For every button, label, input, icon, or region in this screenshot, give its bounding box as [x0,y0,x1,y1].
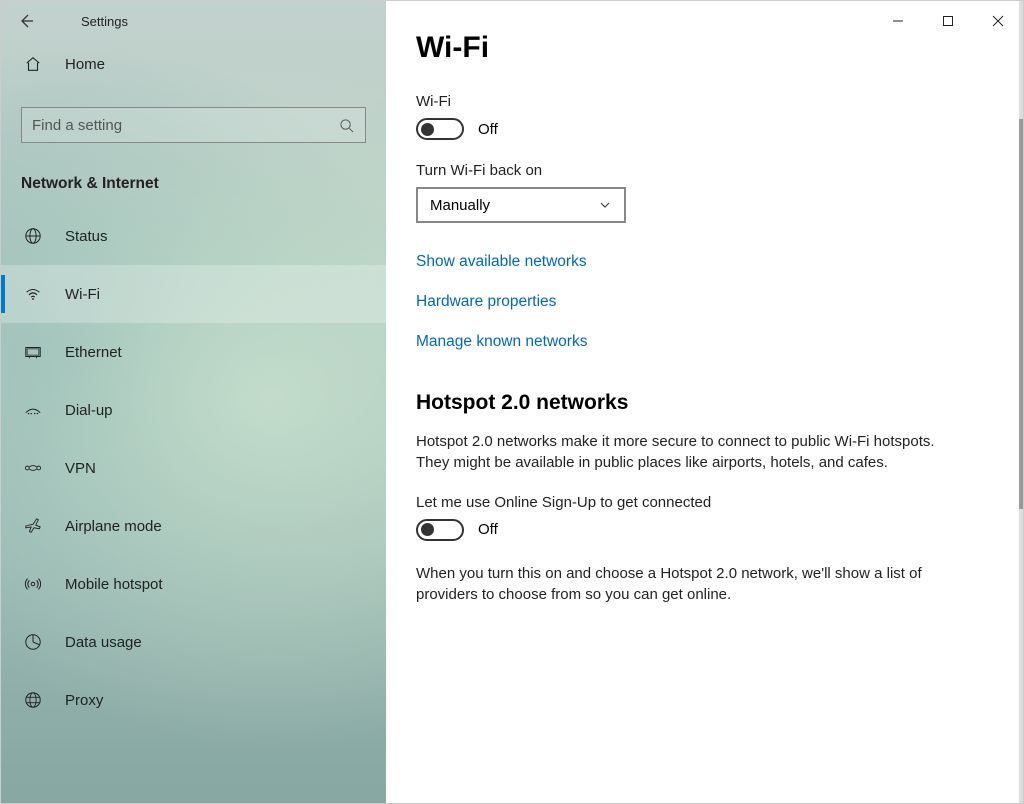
wifi-icon [23,285,43,303]
home-nav[interactable]: Home [1,41,386,87]
vpn-icon [23,460,43,476]
sidebar-item-label: Dial-up [65,402,113,419]
sidebar-item-vpn[interactable]: VPN [1,439,386,497]
turn-back-on-label: Turn Wi-Fi back on [416,162,993,179]
sidebar-item-dialup[interactable]: Dial-up [1,381,386,439]
minimize-icon [892,15,904,27]
hotspot-heading: Hotspot 2.0 networks [416,391,993,415]
search-box[interactable] [21,107,366,143]
titlebar: Settings [1,1,1023,41]
wifi-toggle-label: Wi-Fi [416,93,993,110]
sidebar-item-hotspot[interactable]: Mobile hotspot [1,555,386,613]
close-icon [992,15,1004,27]
sidebar-nav-list: Status Wi-Fi Ethernet [1,207,386,729]
sidebar-item-label: Airplane mode [65,518,162,535]
sidebar-item-label: Wi-Fi [65,286,100,303]
settings-window: Settings Home [0,0,1024,804]
minimize-button[interactable] [873,1,923,41]
wifi-toggle[interactable] [416,118,464,140]
signup-toggle-label: Let me use Online Sign-Up to get connect… [416,494,993,511]
sidebar-item-ethernet[interactable]: Ethernet [1,323,386,381]
pie-chart-icon [23,633,43,651]
signup-toggle[interactable] [416,519,464,541]
sidebar-item-label: Mobile hotspot [65,576,163,593]
wifi-toggle-state: Off [478,121,498,138]
sidebar-item-label: VPN [65,460,96,477]
link-manage-known[interactable]: Manage known networks [416,333,993,351]
home-label: Home [65,56,105,73]
dialup-icon [23,401,43,419]
link-show-networks[interactable]: Show available networks [416,253,993,271]
signup-toggle-state: Off [478,521,498,538]
arrow-left-icon [18,13,34,29]
window-body: Home Network & Internet Status [1,1,1023,803]
sidebar-category-title: Network & Internet [1,143,386,207]
sidebar-item-airplane[interactable]: Airplane mode [1,497,386,555]
sidebar-item-status[interactable]: Status [1,207,386,265]
back-button[interactable] [1,1,51,41]
window-title: Settings [81,14,128,29]
search-icon [337,118,355,133]
sidebar-item-wifi[interactable]: Wi-Fi [1,265,386,323]
sidebar-item-label: Status [65,228,108,245]
turn-back-on-select[interactable]: Manually [416,187,626,223]
signup-note: When you turn this on and choose a Hotsp… [416,563,956,606]
ethernet-icon [23,343,43,361]
maximize-icon [942,15,954,27]
toggle-knob [421,523,434,536]
close-button[interactable] [973,1,1023,41]
airplane-icon [23,517,43,535]
hotspot-icon [23,575,43,593]
toggle-knob [421,123,434,136]
home-icon [23,55,43,73]
chevron-down-icon [598,198,612,212]
sidebar-item-label: Ethernet [65,344,122,361]
maximize-button[interactable] [923,1,973,41]
globe-icon [23,227,43,245]
sidebar-item-proxy[interactable]: Proxy [1,671,386,729]
hotspot-description: Hotspot 2.0 networks make it more secure… [416,431,956,474]
link-hardware-properties[interactable]: Hardware properties [416,293,993,311]
sidebar-item-datausage[interactable]: Data usage [1,613,386,671]
proxy-icon [23,691,43,709]
select-value: Manually [430,197,490,214]
sidebar-item-label: Proxy [65,692,103,709]
search-input[interactable] [32,117,337,134]
scrollbar-thumb[interactable] [1019,119,1023,509]
sidebar: Home Network & Internet Status [1,1,386,803]
scrollbar[interactable] [1019,1,1023,803]
content-pane: Wi-Fi Wi-Fi Off Turn Wi-Fi back on Manua… [386,1,1023,803]
sidebar-item-label: Data usage [65,634,142,651]
